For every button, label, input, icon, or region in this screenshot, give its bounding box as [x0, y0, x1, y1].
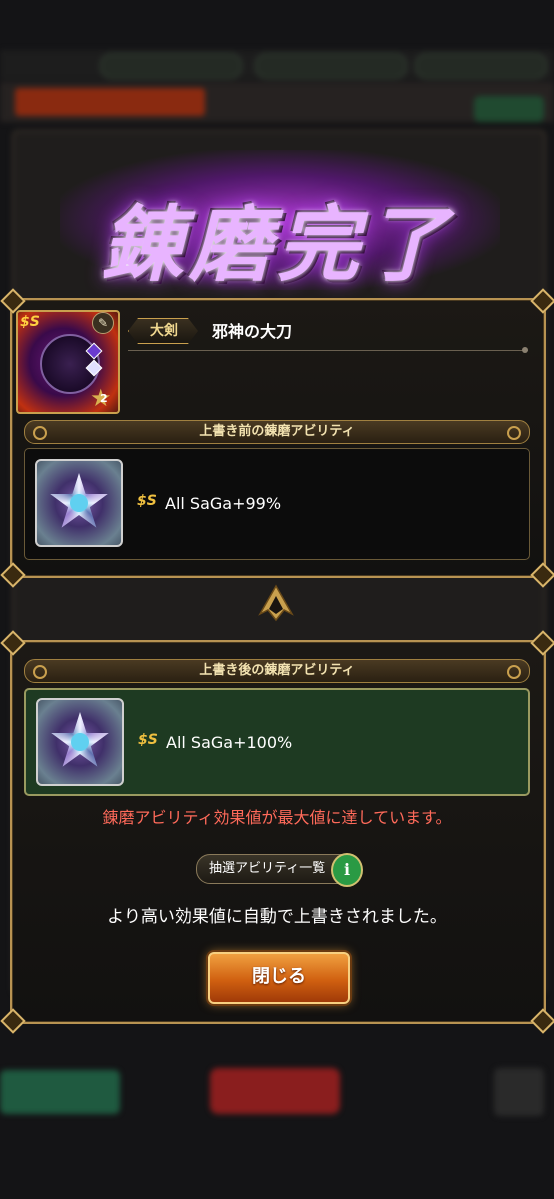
bg-red-button	[210, 1068, 340, 1114]
bg-resource-3	[415, 53, 547, 79]
before-ability-text: All SaGa+99%	[165, 494, 282, 513]
ability-emblem-icon	[35, 459, 123, 547]
bg-tab	[15, 88, 205, 116]
bg-resource-1	[100, 53, 242, 79]
before-section-label: 上書き前の錬磨アビリティ	[199, 424, 355, 439]
crest-arrow-icon	[258, 584, 294, 622]
lottery-ability-list-button[interactable]: 抽選アビリティ一覧 i	[196, 853, 363, 887]
after-section-label: 上書き後の錬磨アビリティ	[199, 663, 355, 678]
max-value-warning: 錬磨アビリティ効果値が最大値に達しています。	[102, 808, 452, 827]
weapon-type-tag: 大剣	[128, 318, 198, 344]
page-title: 錬磨完了	[101, 197, 453, 293]
saga-icon: $S	[138, 732, 158, 748]
bg-resource-2	[255, 53, 407, 79]
divider	[128, 350, 528, 351]
weapon-name: 邪神の大刀	[212, 322, 293, 341]
saga-icon: $S	[20, 314, 40, 330]
divider-dot	[522, 347, 528, 353]
bar-ornament-icon	[507, 426, 521, 440]
overwrite-message: より高い効果値に自動で上書きされました。	[107, 907, 447, 927]
bg-button	[474, 96, 544, 122]
bg-menu-button	[494, 1068, 544, 1116]
bar-ornament-icon	[507, 665, 521, 679]
bar-ornament-icon	[33, 426, 47, 440]
before-ability-box: $S All SaGa+99%	[24, 448, 530, 560]
after-section-header: 上書き後の錬磨アビリティ	[24, 659, 530, 683]
before-section-header: 上書き前の錬磨アビリティ	[24, 420, 530, 444]
after-ability-box: $S All SaGa+100%	[24, 688, 530, 796]
bar-ornament-icon	[33, 665, 47, 679]
sword-icon: ✎	[92, 312, 114, 334]
rank-number: 2	[100, 392, 108, 405]
saga-icon: $S	[137, 493, 157, 509]
emblem-core	[71, 733, 89, 751]
info-icon[interactable]: i	[331, 853, 363, 887]
ability-emblem-icon	[36, 698, 124, 786]
lottery-list-label: 抽選アビリティ一覧	[209, 861, 326, 876]
emblem-core	[70, 494, 88, 512]
title-banner: 錬磨完了	[0, 140, 554, 300]
bg-back-button	[0, 1070, 120, 1114]
close-button[interactable]: 閉じる	[208, 952, 350, 1004]
after-ability-text: All SaGa+100%	[166, 733, 293, 752]
